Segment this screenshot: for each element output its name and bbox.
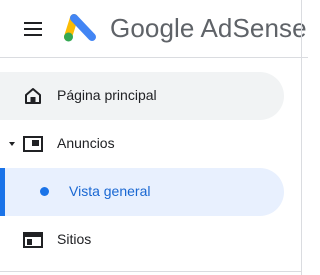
- menu-bar: [24, 22, 42, 24]
- hamburger-menu-button[interactable]: [22, 19, 44, 39]
- sidebar-item-sites[interactable]: Sitios: [0, 216, 284, 264]
- brand-title: Google AdSense: [110, 13, 307, 44]
- sidebar-item-overview[interactable]: Vista general: [0, 168, 284, 216]
- brand-product: AdSense: [200, 13, 307, 43]
- bullet-dot-icon: [40, 187, 49, 196]
- app-header: Google AdSense: [0, 0, 308, 58]
- brand-google: Google: [110, 13, 195, 43]
- sidebar-item-label: Vista general: [69, 183, 151, 199]
- home-icon: [25, 88, 41, 104]
- sidebar-item-ads[interactable]: Anuncios: [0, 120, 284, 168]
- menu-bar: [24, 34, 42, 36]
- selected-indicator: [0, 168, 5, 216]
- sidebar-item-label: Anuncios: [57, 135, 115, 151]
- sidebar-item-home[interactable]: Página principal: [0, 72, 284, 120]
- sites-icon: [23, 232, 43, 248]
- menu-bar: [24, 28, 42, 30]
- sidebar-divider: [301, 0, 302, 275]
- sidebar-item-label: Sitios: [57, 231, 92, 247]
- header-divider: [0, 57, 308, 58]
- ad-frame-icon: [23, 136, 43, 152]
- caret-down-icon[interactable]: [9, 142, 15, 146]
- sidebar-item-label: Página principal: [57, 87, 157, 103]
- sidebar-bottom-divider: [0, 271, 302, 272]
- adsense-logo-icon: [64, 14, 96, 42]
